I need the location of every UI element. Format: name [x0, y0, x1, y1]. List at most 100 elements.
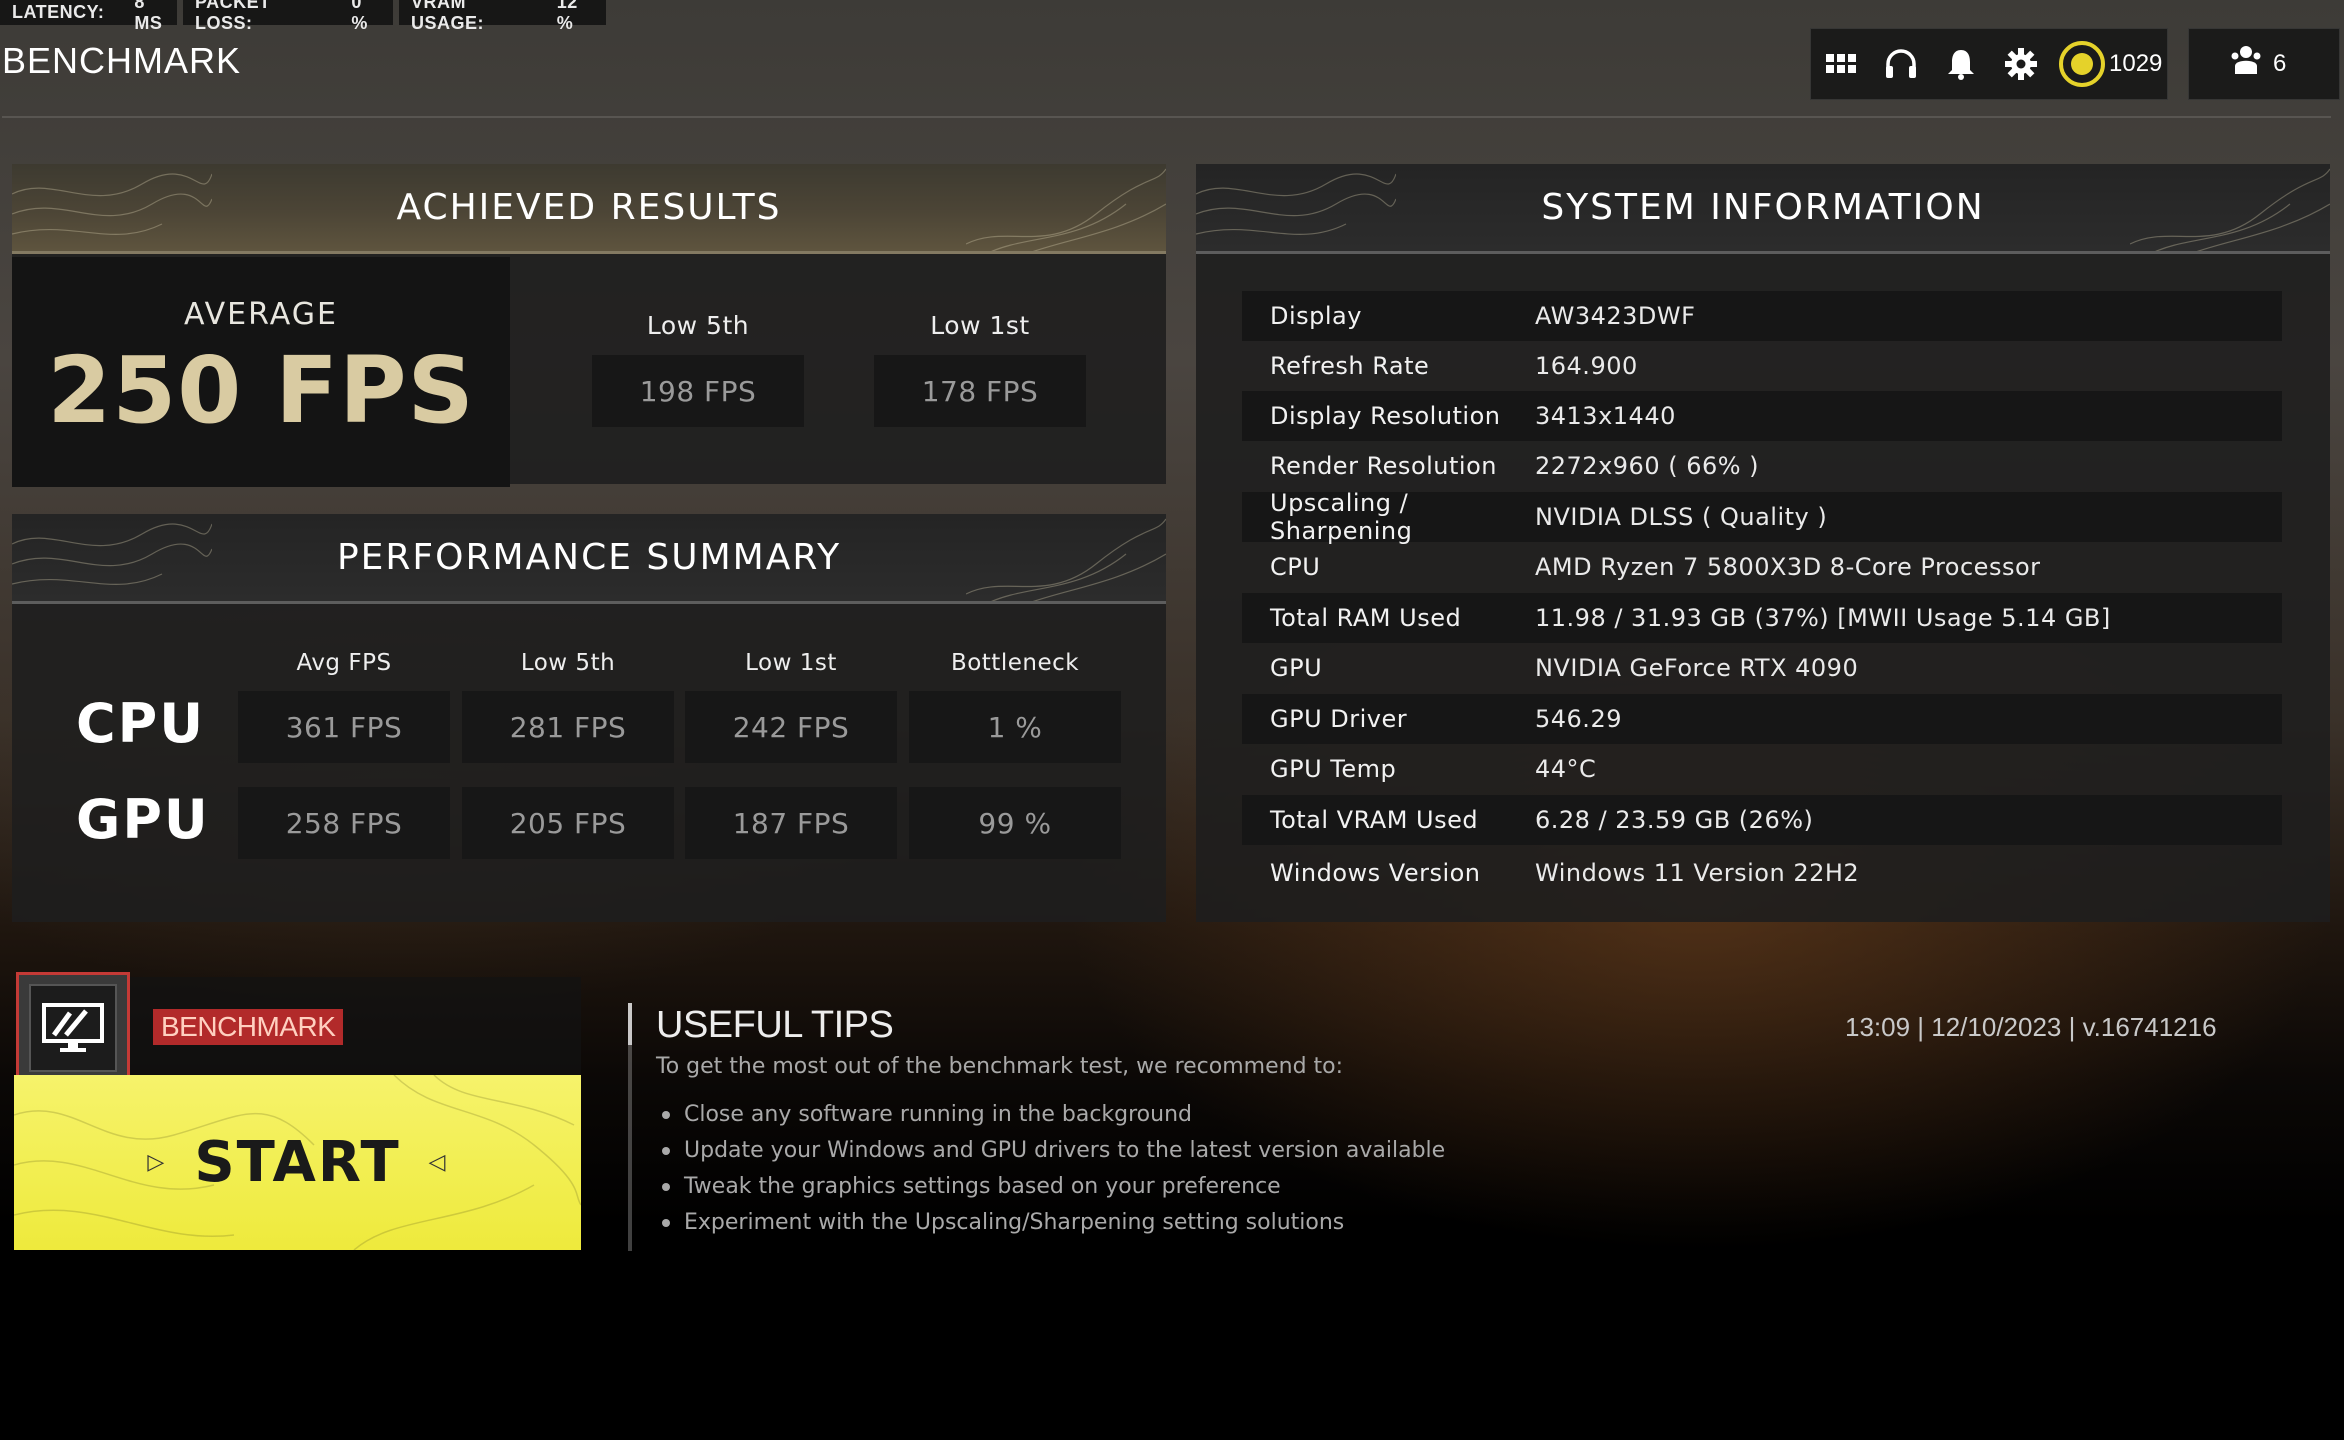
bell-icon[interactable]	[1939, 42, 1983, 86]
sys-value: 546.29	[1535, 705, 1622, 733]
sys-key: GPU	[1270, 654, 1323, 682]
tip-item: Tweak the graphics settings based on you…	[662, 1174, 1281, 1199]
system-information-panel: SYSTEM INFORMATION Display AW3423DWF Ref…	[1196, 164, 2330, 922]
tip-text: Tweak the graphics settings based on you…	[684, 1174, 1281, 1199]
sys-row-display-resolution: Display Resolution 3413x1440	[1242, 391, 2282, 441]
sys-key: Total VRAM Used	[1270, 806, 1479, 834]
sys-row-render-resolution: Render Resolution 2272x960 ( 66% )	[1242, 441, 2282, 491]
cod-points-icon	[2059, 41, 2105, 87]
tip-text: Close any software running in the backgr…	[684, 1102, 1192, 1127]
sys-key: Total RAM Used	[1270, 604, 1462, 632]
sys-row-gpu-driver: GPU Driver 546.29	[1242, 694, 2282, 744]
latency-stat: LATENCY: 8 MS	[0, 0, 177, 33]
sys-value: 44°C	[1535, 755, 1597, 783]
title-divider	[2, 116, 2331, 118]
latency-label: LATENCY:	[12, 2, 105, 22]
sys-key: GPU Temp	[1270, 755, 1397, 783]
sys-key: Render Resolution	[1270, 452, 1497, 480]
sys-row-gpu: GPU NVIDIA GeForce RTX 4090	[1242, 643, 2282, 693]
sys-value: 164.900	[1535, 352, 1638, 380]
sys-key: Display	[1270, 302, 1362, 330]
achieved-results-panel: ACHIEVED RESULTS AVERAGE 250 FPS Low 5th…	[12, 164, 1166, 487]
grid-icon[interactable]	[1819, 42, 1863, 86]
cpu-avg-fps: 361 FPS	[238, 691, 450, 763]
sys-value: NVIDIA DLSS ( Quality )	[1535, 503, 1828, 531]
topo-map-decoration	[1196, 173, 1396, 235]
benchmark-mode-icon	[16, 972, 130, 1084]
header-icon-group: 1029	[1810, 28, 2168, 100]
gear-icon[interactable]	[1999, 42, 2043, 86]
sys-row-display: Display AW3423DWF	[1242, 291, 2282, 341]
vram-usage-value: 12 %	[556, 0, 578, 33]
low1-label: Low 1st	[930, 311, 1030, 340]
tip-text: Experiment with the Upscaling/Sharpening…	[684, 1210, 1345, 1235]
gpu-bottleneck: 99 %	[909, 787, 1121, 859]
topo-map-decoration	[12, 173, 212, 235]
sys-key: CPU	[1270, 553, 1321, 581]
topo-map-decoration	[2130, 168, 2330, 251]
packet-loss-label: PACKET LOSS:	[195, 0, 271, 33]
sys-value: AMD Ryzen 7 5800X3D 8-Core Processor	[1535, 553, 2041, 581]
cod-points-value: 1029	[2109, 50, 2163, 77]
topo-map-decoration	[966, 168, 1166, 251]
topo-map-decoration	[12, 523, 212, 585]
sys-key: GPU Driver	[1270, 705, 1408, 733]
sys-value: 3413x1440	[1535, 402, 1676, 430]
sys-value: NVIDIA GeForce RTX 4090	[1535, 654, 1859, 682]
achieved-results-title: ACHIEVED RESULTS	[396, 187, 782, 228]
sys-row-upscaling: Upscaling / Sharpening NVIDIA DLSS ( Qua…	[1242, 489, 2282, 545]
sys-row-refresh-rate: Refresh Rate 164.900	[1242, 341, 2282, 391]
vram-usage-label: VRAM USAGE:	[411, 0, 485, 33]
col-header-avg-fps: Avg FPS	[296, 650, 392, 676]
gpu-low1: 187 FPS	[685, 787, 897, 859]
sys-value: Windows 11 Version 22H2	[1535, 859, 1860, 887]
latency-value: 8 MS	[134, 0, 163, 33]
cpu-bottleneck: 1 %	[909, 691, 1121, 763]
performance-summary-header: PERFORMANCE SUMMARY	[12, 514, 1166, 604]
average-label: AVERAGE	[184, 297, 338, 332]
system-information-header: SYSTEM INFORMATION	[1196, 164, 2330, 254]
average-fps-value: 250 FPS	[47, 337, 475, 444]
gpu-low5: 205 FPS	[462, 787, 674, 859]
sys-key: Windows Version	[1270, 859, 1481, 887]
start-button[interactable]: ▷ START ◁	[14, 1075, 581, 1250]
party-button[interactable]: 6	[2188, 28, 2340, 100]
tip-item: Close any software running in the backgr…	[662, 1102, 1192, 1127]
tip-item: Update your Windows and GPU drivers to t…	[662, 1138, 1445, 1163]
sys-value: 11.98 / 31.93 GB (37%) [MWII Usage 5.14 …	[1535, 604, 2111, 632]
tips-divider-accent	[628, 1003, 632, 1045]
sys-value: 6.28 / 23.59 GB (26%)	[1535, 806, 1814, 834]
sys-key: Display Resolution	[1270, 402, 1501, 430]
gpu-avg-fps: 258 FPS	[238, 787, 450, 859]
low5-label: Low 5th	[646, 311, 750, 340]
sys-value: 2272x960 ( 66% )	[1535, 452, 1760, 480]
sys-row-total-vram: Total VRAM Used 6.28 / 23.59 GB (26%)	[1242, 795, 2282, 845]
benchmark-mode-tag: BENCHMARK	[153, 1009, 344, 1045]
tips-intro: To get the most out of the benchmark tes…	[656, 1054, 1344, 1079]
headset-icon[interactable]	[1879, 42, 1923, 86]
party-count: 6	[2273, 50, 2287, 77]
party-icon	[2231, 44, 2261, 85]
tip-item: Experiment with the Upscaling/Sharpening…	[662, 1210, 1344, 1235]
average-fps-block: AVERAGE 250 FPS	[12, 257, 510, 487]
performance-summary-title: PERFORMANCE SUMMARY	[336, 537, 842, 578]
packet-loss-value: 0 %	[351, 0, 368, 33]
page-title: BENCHMARK	[2, 40, 242, 81]
cod-points-display[interactable]: 1029	[2059, 41, 2162, 87]
start-label: START	[194, 1130, 401, 1195]
sys-row-gpu-temp: GPU Temp 44°C	[1242, 744, 2282, 794]
topo-map-decoration	[966, 518, 1166, 601]
col-header-low5: Low 5th	[520, 650, 616, 676]
sys-row-windows-version: Windows Version Windows 11 Version 22H2	[1242, 848, 2282, 898]
performance-summary-panel: PERFORMANCE SUMMARY Avg FPS Low 5th Low …	[12, 514, 1166, 922]
cpu-row-label: CPU	[76, 692, 206, 755]
low5-value: 198 FPS	[592, 355, 804, 427]
cpu-low5: 281 FPS	[462, 691, 674, 763]
tips-title: USEFUL TIPS	[656, 1004, 894, 1046]
cpu-low1: 242 FPS	[685, 691, 897, 763]
system-information-title: SYSTEM INFORMATION	[1541, 187, 1985, 228]
sys-key: Upscaling / Sharpening	[1270, 489, 1413, 545]
sys-key: Refresh Rate	[1270, 352, 1430, 380]
achieved-results-header: ACHIEVED RESULTS	[12, 164, 1166, 254]
tip-text: Update your Windows and GPU drivers to t…	[684, 1138, 1446, 1163]
